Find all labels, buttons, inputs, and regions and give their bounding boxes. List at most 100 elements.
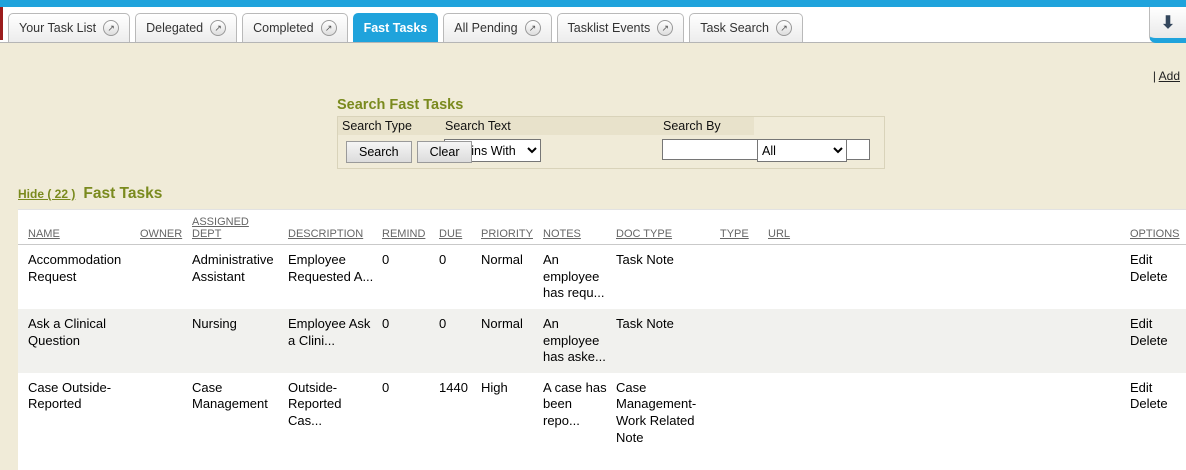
tab-fast-tasks[interactable]: Fast Tasks: [353, 13, 439, 42]
tab-task-search[interactable]: Task Search ↗: [689, 13, 803, 42]
cell-remind: 0: [380, 373, 437, 454]
cell-name: Case Outside-Reported: [18, 373, 138, 454]
clear-button[interactable]: Clear: [417, 141, 473, 163]
list-title: Fast Tasks: [83, 185, 162, 203]
tab-completed[interactable]: Completed ↗: [242, 13, 347, 42]
cell-assigned-dept: Nursing: [190, 309, 286, 373]
cell-options: Edit Delete: [1128, 245, 1186, 309]
cell-url: [766, 245, 1128, 309]
cell-doc-type: Case Management-Work Related Note: [614, 373, 718, 454]
tab-label: Completed: [253, 21, 313, 35]
popout-icon[interactable]: ↗: [525, 20, 541, 36]
add-link[interactable]: Add: [1159, 69, 1180, 83]
tab-label: Tasklist Events: [568, 21, 651, 35]
tab-label: Task Search: [700, 21, 769, 35]
cell-assigned-dept: Administrative Assistant: [190, 245, 286, 309]
left-edge-accent: [0, 7, 3, 40]
cell-description: Outside-Reported Cas...: [286, 373, 380, 454]
column-header-due[interactable]: DUE: [437, 210, 479, 245]
cell-options: Edit Delete: [1128, 309, 1186, 373]
search-title: Search Fast Tasks: [337, 97, 1186, 113]
column-header-owner[interactable]: OWNER: [138, 210, 190, 245]
cell-doc-type: Task Note: [614, 309, 718, 373]
column-header-options[interactable]: OPTIONS: [1128, 210, 1186, 245]
search-type-label: Search Type: [338, 117, 441, 135]
delete-link[interactable]: Delete: [1130, 269, 1180, 286]
popout-icon[interactable]: ↗: [776, 20, 792, 36]
content-area: | Add Search Fast Tasks Search Type Sear…: [0, 43, 1186, 470]
tab-label: Your Task List: [19, 21, 96, 35]
cell-notes: A case has been repo...: [541, 373, 614, 454]
cell-priority: High: [479, 373, 541, 454]
cell-remind: 0: [380, 245, 437, 309]
hide-link[interactable]: Hide ( 22 ): [18, 187, 75, 201]
fast-tasks-table-wrap: NAME OWNER ASSIGNED DEPT DESCRIPTION REM…: [18, 209, 1186, 470]
page: Your Task List ↗ Delegated ↗ Completed ↗…: [0, 0, 1186, 470]
add-row: | Add: [0, 43, 1186, 83]
cell-remind: 0: [380, 309, 437, 373]
cell-options: Edit Delete: [1128, 373, 1186, 454]
search-section: Search Fast Tasks Search Type Search Tex…: [337, 97, 1186, 169]
tab-delegated[interactable]: Delegated ↗: [135, 13, 237, 42]
popout-icon[interactable]: ↗: [321, 20, 337, 36]
table-row: Accommodation Request Administrative Ass…: [18, 245, 1186, 309]
column-header-priority[interactable]: PRIORITY: [479, 210, 541, 245]
cell-type: [718, 245, 766, 309]
table-header-row: NAME OWNER ASSIGNED DEPT DESCRIPTION REM…: [18, 210, 1186, 245]
delete-link[interactable]: Delete: [1130, 333, 1180, 350]
cell-description: Employee Requested A...: [286, 245, 380, 309]
column-header-assigned-dept[interactable]: ASSIGNED DEPT: [190, 210, 286, 245]
cell-url: [766, 309, 1128, 373]
column-header-doc-type[interactable]: DOC TYPE: [614, 210, 718, 245]
delete-link[interactable]: Delete: [1130, 396, 1180, 413]
cell-priority: Normal: [479, 245, 541, 309]
tab-label: Fast Tasks: [364, 21, 428, 35]
arrow-down-icon: ⬇: [1161, 14, 1175, 31]
search-button[interactable]: Search: [346, 141, 412, 163]
cell-doc-type: Task Note: [614, 245, 718, 309]
search-by-select[interactable]: All: [757, 139, 847, 162]
tab-bar: Your Task List ↗ Delegated ↗ Completed ↗…: [0, 0, 1186, 43]
table-row: Case Outside-Reported Case Management Ou…: [18, 373, 1186, 454]
column-header-remind[interactable]: REMIND: [380, 210, 437, 245]
cell-due: 1440: [437, 373, 479, 454]
tab-your-task-list[interactable]: Your Task List ↗: [8, 13, 130, 42]
cell-owner: [138, 245, 190, 309]
cell-name: Accommodation Request: [18, 245, 138, 309]
cell-assigned-dept: Case Management: [190, 373, 286, 454]
cell-owner: [138, 309, 190, 373]
edit-link[interactable]: Edit: [1130, 252, 1180, 269]
column-header-description[interactable]: DESCRIPTION: [286, 210, 380, 245]
search-by-label: Search By: [659, 117, 754, 135]
popout-icon[interactable]: ↗: [210, 20, 226, 36]
search-text-label: Search Text: [441, 117, 659, 135]
cell-name: Ask a Clinical Question: [18, 309, 138, 373]
cell-priority: Normal: [479, 309, 541, 373]
list-header: Hide ( 22 ) Fast Tasks: [18, 185, 1186, 203]
cell-notes: An employee has requ...: [541, 245, 614, 309]
popout-icon[interactable]: ↗: [657, 20, 673, 36]
column-header-type[interactable]: TYPE: [718, 210, 766, 245]
edit-link[interactable]: Edit: [1130, 316, 1180, 333]
cell-url: [766, 373, 1128, 454]
table-row: Ask a Clinical Question Nursing Employee…: [18, 309, 1186, 373]
cell-due: 0: [437, 245, 479, 309]
search-box: Search Type Search Text Search By Begins…: [337, 116, 885, 169]
tab-all-pending[interactable]: All Pending ↗: [443, 13, 551, 42]
cell-owner: [138, 373, 190, 454]
cell-due: 0: [437, 309, 479, 373]
column-header-name[interactable]: NAME: [18, 210, 138, 245]
cell-description: Employee Ask a Clini...: [286, 309, 380, 373]
column-header-notes[interactable]: NOTES: [541, 210, 614, 245]
cell-type: [718, 373, 766, 454]
popout-icon[interactable]: ↗: [103, 20, 119, 36]
fast-tasks-table: NAME OWNER ASSIGNED DEPT DESCRIPTION REM…: [18, 209, 1186, 453]
column-header-url[interactable]: URL: [766, 210, 1128, 245]
edit-link[interactable]: Edit: [1130, 380, 1180, 397]
tab-scroll-down-button[interactable]: ⬇: [1149, 7, 1186, 43]
tab-label: All Pending: [454, 21, 517, 35]
tab-tasklist-events[interactable]: Tasklist Events ↗: [557, 13, 685, 42]
cell-notes: An employee has aske...: [541, 309, 614, 373]
tab-label: Delegated: [146, 21, 203, 35]
search-label-spacer: [754, 117, 884, 135]
